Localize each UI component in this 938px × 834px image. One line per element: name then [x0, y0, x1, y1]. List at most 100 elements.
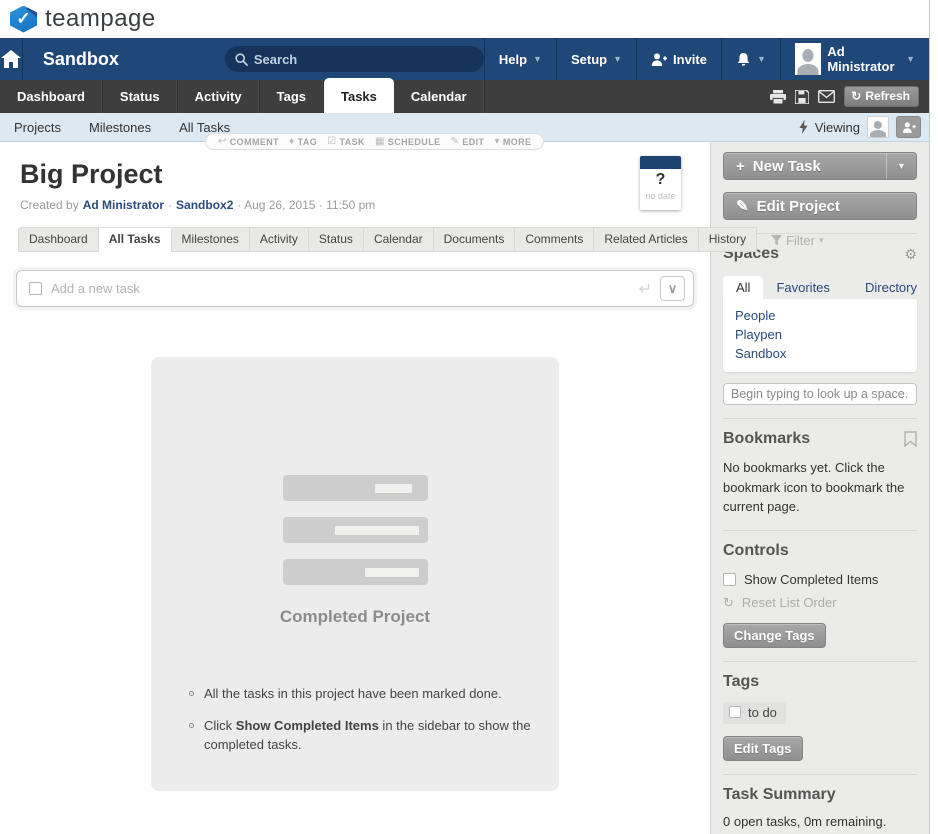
ctab-related-articles[interactable]: Related Articles	[594, 227, 698, 252]
new-task-checkbox[interactable]	[29, 282, 42, 295]
gear-icon[interactable]: ⚙	[904, 246, 917, 263]
show-completed-checkbox[interactable]	[723, 573, 736, 586]
edit-tags-button[interactable]: Edit Tags	[723, 736, 803, 761]
new-task-dropdown[interactable]: ▼	[886, 153, 916, 179]
ctab-status[interactable]: Status	[309, 227, 364, 252]
comment-action[interactable]: ↩COMMENT	[218, 136, 279, 147]
spaces-directory-link[interactable]: Directory	[865, 280, 917, 299]
invite-button[interactable]: Invite	[636, 38, 721, 80]
home-button[interactable]	[0, 38, 23, 80]
ctab-activity[interactable]: Activity	[250, 227, 309, 252]
reset-list-order[interactable]: ↻ Reset List Order	[723, 595, 917, 611]
notifications-menu[interactable]: ▼	[721, 38, 780, 80]
task-options-button[interactable]: ∨	[660, 276, 685, 301]
tags-title: Tags	[723, 673, 759, 691]
date-widget-header	[640, 156, 681, 169]
ctab-all-tasks[interactable]: All Tasks	[99, 227, 172, 252]
tag-checkbox[interactable]	[729, 706, 741, 718]
byline: Created by Ad Ministrator · Sandbox2 · A…	[0, 190, 710, 212]
enter-icon: ↵	[639, 279, 652, 299]
bullet-icon	[189, 691, 194, 696]
task-action[interactable]: ☑TASK	[327, 136, 365, 147]
bookmarks-empty-text: No bookmarks yet. Click the bookmark ico…	[723, 458, 915, 517]
tab-tasks[interactable]: Tasks	[324, 78, 394, 113]
new-task-button[interactable]: +New Task ▼	[723, 152, 917, 180]
chevron-down-icon: ▼	[757, 54, 766, 64]
print-icon[interactable]	[770, 90, 786, 104]
space-link-sandbox[interactable]: Sandbox	[735, 344, 905, 363]
search-input[interactable]	[254, 52, 474, 67]
space-lookup-input[interactable]	[723, 383, 917, 405]
schedule-action[interactable]: ▦SCHEDULE	[375, 136, 441, 147]
list-item: Click Show Completed Items in the sideba…	[189, 717, 539, 755]
spaces-section: Spaces ⚙ All Favorites Directory People …	[723, 233, 917, 405]
filter-label: Filter	[786, 233, 815, 248]
setup-label: Setup	[571, 52, 607, 67]
chevron-down-icon: ▾	[494, 136, 499, 147]
show-completed-toggle[interactable]: Show Completed Items	[723, 572, 917, 587]
tab-tags[interactable]: Tags	[260, 80, 324, 113]
ctab-milestones[interactable]: Milestones	[172, 227, 250, 252]
space-link[interactable]: Sandbox2	[176, 198, 233, 212]
logo-bar: ✓ teampage	[0, 0, 929, 38]
user-menu[interactable]: Ad Ministrator ▼	[780, 38, 929, 80]
tab-dashboard[interactable]: Dashboard	[0, 80, 103, 113]
add-task-input[interactable]	[51, 281, 639, 296]
byline-dot: ·	[168, 198, 172, 212]
ctab-documents[interactable]: Documents	[434, 227, 516, 252]
calendar-icon: ▦	[375, 136, 385, 147]
ctab-history[interactable]: History	[699, 227, 757, 252]
save-icon[interactable]	[795, 90, 809, 104]
lightning-icon	[799, 120, 808, 134]
funnel-icon	[771, 235, 782, 246]
filter-button[interactable]: Filter ▾	[771, 233, 823, 252]
bookmark-icon[interactable]	[904, 431, 917, 447]
hover-toolbar: ↩COMMENT ♦TAG ☑TASK ▦SCHEDULE ✎EDIT ▾ MOR…	[205, 133, 544, 150]
change-tags-button[interactable]: Change Tags	[723, 623, 826, 648]
bullet-bold: Show Completed Items	[236, 718, 379, 733]
skeleton-bar	[283, 559, 428, 585]
viewer-avatar[interactable]	[867, 116, 889, 138]
due-date-widget[interactable]: ? no date	[640, 156, 681, 210]
tag-action[interactable]: ♦TAG	[289, 136, 317, 147]
ctab-dashboard[interactable]: Dashboard	[18, 227, 99, 252]
refresh-icon: ↻	[851, 89, 861, 103]
author-link[interactable]: Ad Ministrator	[83, 198, 164, 212]
more-action[interactable]: ▾ MORE	[494, 136, 531, 147]
tab-activity[interactable]: Activity	[178, 80, 260, 113]
subnav-milestones[interactable]: Milestones	[75, 120, 165, 135]
space-link-playpen[interactable]: Playpen	[735, 325, 905, 344]
space-name[interactable]: Sandbox	[23, 38, 139, 80]
refresh-button[interactable]: ↻ Refresh	[844, 86, 919, 107]
tab-status[interactable]: Status	[103, 80, 178, 113]
viewing-label: Viewing	[815, 120, 860, 135]
help-menu[interactable]: Help▼	[484, 38, 556, 80]
edit-project-label: Edit Project	[757, 198, 840, 215]
schedule-label: SCHEDULE	[388, 137, 441, 147]
edit-project-button[interactable]: ✎Edit Project	[723, 192, 917, 220]
spaces-tab-all[interactable]: All	[723, 276, 763, 299]
skeleton-bar	[283, 517, 428, 543]
logo-text: teampage	[45, 5, 156, 33]
tag-todo-chip[interactable]: to do	[723, 702, 786, 724]
ctab-calendar[interactable]: Calendar	[364, 227, 434, 252]
edit-action[interactable]: ✎EDIT	[451, 136, 485, 147]
invite-label: Invite	[673, 52, 707, 67]
subnav-projects[interactable]: Projects	[0, 120, 75, 135]
email-icon[interactable]	[818, 90, 835, 103]
spaces-tab-favorites[interactable]: Favorites	[763, 276, 842, 299]
add-viewer-button[interactable]	[896, 116, 921, 138]
top-nav: Sandbox Help▼ Setup▼ Invite ▼ Ad Ministr…	[0, 38, 929, 80]
chevron-down-icon: ▼	[897, 161, 906, 171]
ctab-comments[interactable]: Comments	[515, 227, 594, 252]
list-item: All the tasks in this project have been …	[189, 685, 539, 704]
search-box[interactable]	[225, 46, 484, 72]
skeleton-highlight	[335, 526, 419, 535]
refresh-icon: ↻	[723, 595, 734, 611]
tab-calendar[interactable]: Calendar	[394, 80, 485, 113]
space-link-people[interactable]: People	[735, 306, 905, 325]
setup-menu[interactable]: Setup▼	[556, 38, 636, 80]
more-label: MORE	[503, 137, 532, 147]
byline-prefix: Created by	[20, 198, 79, 212]
main-content: ↩COMMENT ♦TAG ☑TASK ▦SCHEDULE ✎EDIT ▾MOR…	[0, 142, 710, 834]
